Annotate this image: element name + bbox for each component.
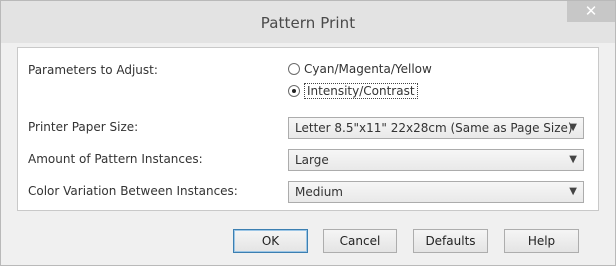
pattern-print-dialog: Pattern Print ✕ Parameters to Adjust: Cy… [0, 0, 616, 266]
ok-button[interactable]: OK [233, 229, 308, 253]
close-button[interactable]: ✕ [567, 1, 615, 22]
parameters-label: Parameters to Adjust: [28, 63, 158, 77]
radio-intensity-label: Intensity/Contrast [304, 83, 418, 99]
variation-value: Medium [295, 185, 343, 199]
title-bar: Pattern Print ✕ [1, 1, 615, 43]
variation-label: Color Variation Between Instances: [28, 184, 238, 198]
paper-size-value: Letter 8.5"x11" 22x28cm (Same as Page Si… [295, 121, 573, 135]
help-button[interactable]: Help [504, 229, 579, 253]
radio-button-selected-icon [288, 85, 300, 97]
settings-panel: Parameters to Adjust: Cyan/Magenta/Yello… [17, 47, 599, 211]
instances-label: Amount of Pattern Instances: [28, 152, 203, 166]
variation-dropdown[interactable]: Medium ▼ [288, 181, 584, 203]
instances-value: Large [295, 153, 329, 167]
chevron-down-icon: ▼ [569, 122, 577, 133]
close-icon: ✕ [584, 2, 598, 20]
defaults-button[interactable]: Defaults [413, 229, 488, 253]
paper-size-label: Printer Paper Size: [28, 120, 139, 134]
radio-cmy[interactable]: Cyan/Magenta/Yellow [288, 62, 432, 76]
chevron-down-icon: ▼ [569, 186, 577, 197]
radio-cmy-label: Cyan/Magenta/Yellow [304, 62, 432, 76]
cancel-button[interactable]: Cancel [323, 229, 397, 253]
radio-button-icon [288, 63, 300, 75]
paper-size-dropdown[interactable]: Letter 8.5"x11" 22x28cm (Same as Page Si… [288, 117, 584, 139]
instances-dropdown[interactable]: Large ▼ [288, 149, 584, 171]
radio-intensity[interactable]: Intensity/Contrast [288, 83, 418, 99]
window-title: Pattern Print [260, 14, 356, 32]
chevron-down-icon: ▼ [569, 154, 577, 165]
